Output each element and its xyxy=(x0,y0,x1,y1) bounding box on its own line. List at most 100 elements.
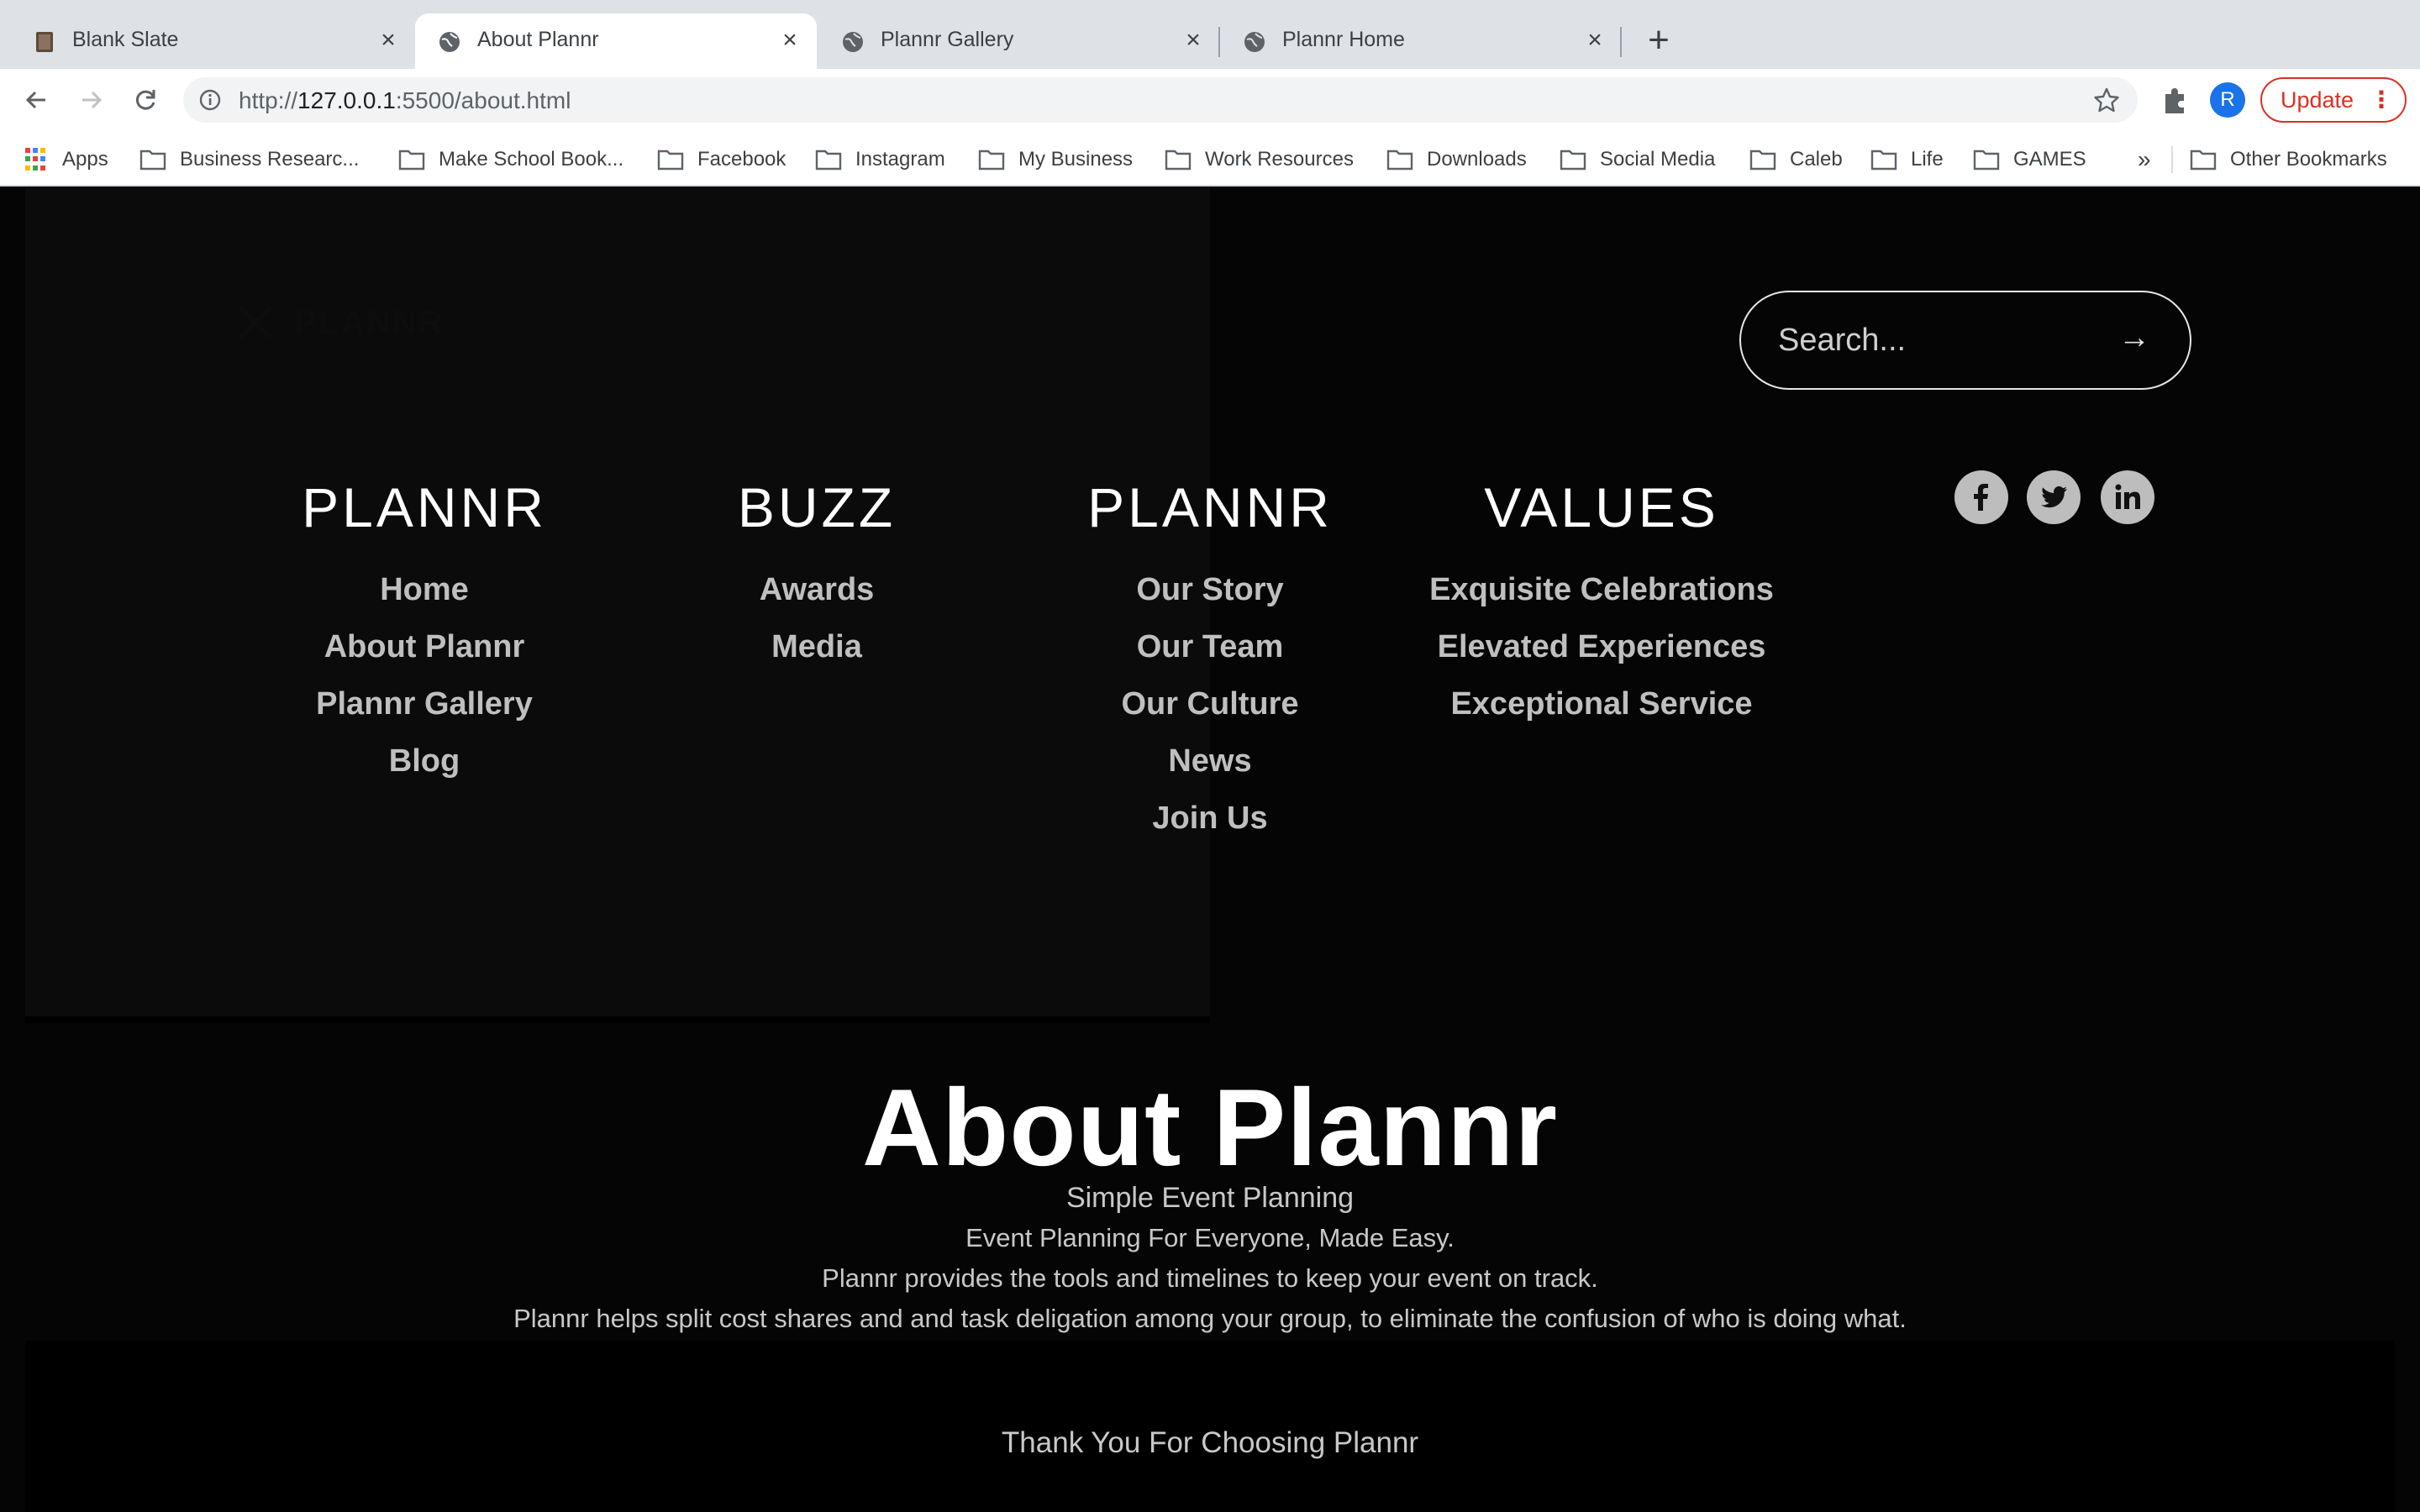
bookmark-label: Life xyxy=(1911,148,1944,171)
twitter-link[interactable] xyxy=(2027,470,2081,524)
nav-link-about[interactable]: About Plannr xyxy=(231,618,618,675)
url-text: http://127.0.0.1:5500/about.html xyxy=(239,87,571,113)
browser-toolbar: http://127.0.0.1:5500/about.html R Updat… xyxy=(0,69,2420,131)
site-logo[interactable]: PLANNR xyxy=(235,302,445,343)
nav-link-elevated-experiences[interactable]: Elevated Experiences xyxy=(1408,618,1795,675)
bookmark-label: Business Researc... xyxy=(180,148,360,171)
address-bar[interactable]: http://127.0.0.1:5500/about.html xyxy=(183,77,2138,123)
more-vert-icon[interactable]: ⋮ xyxy=(2370,79,2393,121)
folder-icon xyxy=(398,150,425,171)
bookmark-label: Downloads xyxy=(1427,148,1527,171)
close-icon[interactable]: × xyxy=(1178,25,1208,55)
bookmark-folder[interactable]: Social Media xyxy=(1560,143,1715,176)
column-heading: PLANNR xyxy=(1087,476,1333,538)
nav-link-media[interactable]: Media xyxy=(623,618,1010,675)
bookmarks-bar: Apps Business Researc... Make School Boo… xyxy=(0,131,2420,186)
linkedin-icon xyxy=(2115,484,2140,509)
close-menu-icon[interactable] xyxy=(235,302,276,343)
bookmark-folder[interactable]: GAMES xyxy=(1973,143,2086,176)
arrow-right-icon xyxy=(82,91,103,109)
nav-link-news[interactable]: News xyxy=(1017,732,1403,790)
bookmark-folder[interactable]: Caleb xyxy=(1749,143,1843,176)
nav-link-home[interactable]: Home xyxy=(231,561,618,618)
folder-icon xyxy=(1870,150,1897,171)
nav-link-gallery[interactable]: Plannr Gallery xyxy=(231,675,618,732)
back-button[interactable] xyxy=(17,81,55,119)
column-heading: PLANNR xyxy=(302,476,547,538)
close-icon[interactable]: × xyxy=(373,25,403,55)
globe-icon xyxy=(1244,32,1265,52)
apps-grid-icon xyxy=(25,148,49,171)
search-input[interactable] xyxy=(1741,292,2111,388)
nav-link-exceptional-service[interactable]: Exceptional Service xyxy=(1408,675,1795,732)
bookmark-folder[interactable]: Business Researc... xyxy=(139,143,359,176)
tab-separator xyxy=(1620,27,1622,57)
bookmark-label: Instagram xyxy=(855,148,945,171)
update-button[interactable]: Update ⋮ xyxy=(2260,77,2407,123)
column-heading: BUZZ xyxy=(737,476,897,538)
bookmarks-overflow-button[interactable]: » xyxy=(2138,143,2151,176)
bookmark-folder[interactable]: My Business xyxy=(978,143,1133,176)
linkedin-link[interactable] xyxy=(2101,470,2154,524)
bookmark-label: Social Media xyxy=(1600,148,1716,171)
footer-column-values: VALUES Exquisite Celebrations Elevated E… xyxy=(1408,469,1795,732)
bookmark-other[interactable]: Other Bookmarks xyxy=(2190,143,2387,176)
globe-icon xyxy=(843,32,863,52)
extensions-puzzle-icon[interactable] xyxy=(2158,82,2193,118)
tab-title: Blank Slate xyxy=(72,28,179,51)
nav-link-join-us[interactable]: Join Us xyxy=(1017,790,1403,847)
bookmark-folder[interactable]: Downloads xyxy=(1386,143,1527,176)
close-icon[interactable]: × xyxy=(1580,25,1610,55)
bookmark-folder[interactable]: Instagram xyxy=(815,143,945,176)
bookmark-folder[interactable]: Life xyxy=(1870,143,1944,176)
close-icon[interactable]: × xyxy=(775,25,805,55)
nav-link-exquisite-celebrations[interactable]: Exquisite Celebrations xyxy=(1408,561,1795,618)
folder-icon xyxy=(1973,150,2000,171)
folder-icon xyxy=(978,150,1005,171)
folder-icon xyxy=(139,150,166,171)
column-heading: VALUES xyxy=(1484,476,1719,538)
nav-link-awards[interactable]: Awards xyxy=(623,561,1010,618)
search-submit-arrow-icon[interactable]: → xyxy=(2116,319,2153,356)
bookmark-folder[interactable]: Work Resources xyxy=(1165,143,1354,176)
folder-icon xyxy=(1386,150,1413,171)
folder-icon xyxy=(1560,150,1586,171)
bookmark-folder[interactable]: Make School Book... xyxy=(398,143,623,176)
bookmark-folder[interactable]: Facebook xyxy=(657,143,786,176)
folder-icon xyxy=(1165,150,1192,171)
globe-icon xyxy=(439,32,460,52)
facebook-link[interactable] xyxy=(1954,470,2008,524)
folder-icon xyxy=(2190,150,2217,171)
bookmark-label: GAMES xyxy=(2013,148,2086,171)
folder-icon xyxy=(815,150,842,171)
nav-link-our-culture[interactable]: Our Culture xyxy=(1017,675,1403,732)
menu-divider xyxy=(25,1016,1210,1023)
new-tab-button[interactable]: + xyxy=(1640,22,1677,60)
footer-column-company: PLANNR Our Story Our Team Our Culture Ne… xyxy=(1017,469,1403,847)
bookmark-star-icon[interactable] xyxy=(2092,86,2121,114)
reload-button[interactable] xyxy=(126,81,165,119)
page-viewport: PLANNR → PLANNR Home About Plannr Plannr… xyxy=(0,186,2420,1512)
bookmark-separator xyxy=(2171,146,2173,173)
bookmark-label: Make School Book... xyxy=(439,148,624,171)
page-title: About Plannr xyxy=(861,1066,1559,1189)
profile-avatar[interactable]: R xyxy=(2210,82,2245,118)
bookmark-label: Work Resources xyxy=(1205,148,1354,171)
nav-link-our-story[interactable]: Our Story xyxy=(1017,561,1403,618)
thanks-panel: Thank You For Choosing Plannr xyxy=(25,1341,2395,1512)
nav-link-blog[interactable]: Blog xyxy=(231,732,618,790)
tab-title: Plannr Home xyxy=(1282,28,1405,51)
tab-plannr-gallery[interactable]: Plannr Gallery × xyxy=(818,13,1218,69)
bookmark-label: Facebook xyxy=(697,148,786,171)
tab-blank-slate[interactable]: Blank Slate × xyxy=(10,13,412,69)
tab-title: About Plannr xyxy=(477,28,599,51)
bookmark-label: Apps xyxy=(62,148,108,171)
tab-about-plannr[interactable]: About Plannr × xyxy=(415,13,817,69)
about-line: Plannr helps split cost shares and and t… xyxy=(513,1304,1907,1333)
nav-link-our-team[interactable]: Our Team xyxy=(1017,618,1403,675)
about-line: Plannr provides the tools and timelines … xyxy=(822,1263,1598,1293)
bookmark-apps[interactable]: Apps xyxy=(25,143,108,176)
footer-column-plannr: PLANNR Home About Plannr Plannr Gallery … xyxy=(231,469,618,790)
tab-plannr-home[interactable]: Plannr Home × xyxy=(1220,13,1620,69)
forward-button[interactable] xyxy=(72,81,111,119)
